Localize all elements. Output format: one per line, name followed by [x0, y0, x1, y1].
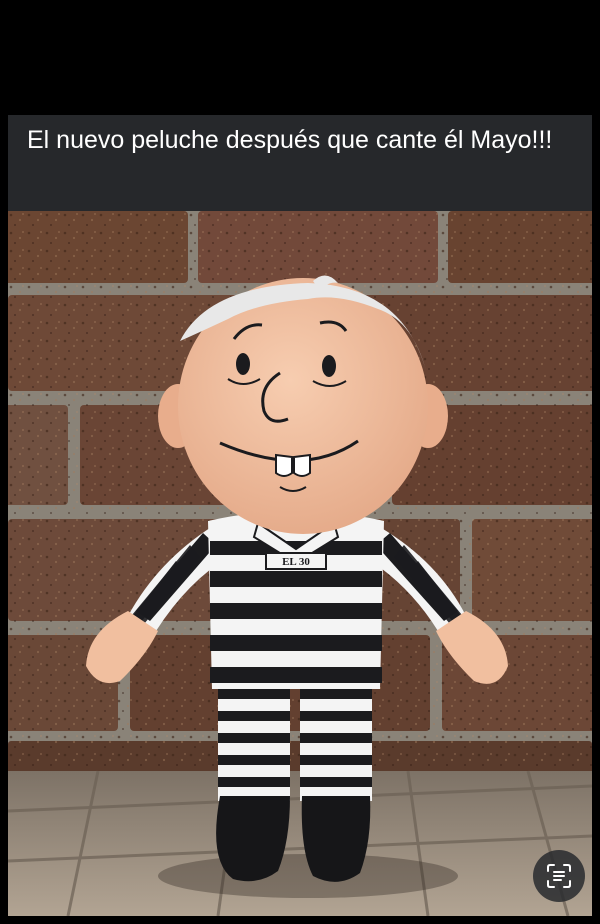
caption-text: El nuevo peluche después que cante él Ma… [27, 126, 553, 154]
shirt-badge-label: EL 30 [282, 556, 310, 568]
plush-toy-photo: EL 30 [8, 211, 592, 916]
right-tooth [293, 453, 311, 477]
right-shoe [301, 796, 371, 882]
right-eye [322, 355, 336, 377]
left-tooth [275, 453, 293, 477]
scan-text-button[interactable] [533, 850, 585, 902]
torso-shirt: EL 30 [208, 511, 384, 689]
meme-post: El nuevo peluche después que cante él Ma… [8, 0, 592, 924]
scan-text-icon [547, 864, 571, 888]
photo-illustration: EL 30 [8, 211, 592, 916]
left-eye [236, 353, 250, 375]
left-shoe [216, 796, 290, 882]
